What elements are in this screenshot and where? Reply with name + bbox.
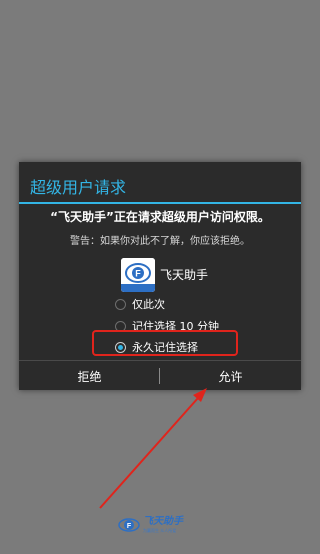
feitian-assistant-app-icon: F bbox=[121, 258, 155, 292]
option-label: 仅此次 bbox=[132, 298, 165, 311]
annotation-highlight-box bbox=[92, 330, 238, 356]
radio-unchecked-icon[interactable] bbox=[115, 298, 126, 310]
dialog-title: 超级用户请求 bbox=[30, 178, 127, 197]
app-name: 飞天助手 bbox=[160, 268, 209, 282]
footer-logo-name: 飞天助手 bbox=[143, 516, 183, 527]
warning-message: 警告：如果你对此不了解，你应该拒绝。 bbox=[70, 236, 250, 247]
superuser-request-dialog: 超级用户请求 “飞天助手”正在请求超级用户访问权限。 警告：如果你对此不了解，你… bbox=[19, 162, 301, 390]
dialog-button-bar: 拒绝 允许 bbox=[19, 360, 301, 391]
allow-button[interactable]: 允许 bbox=[160, 361, 301, 391]
request-message: “飞天助手”正在请求超级用户访问权限。 bbox=[50, 210, 270, 224]
footer-logo-slogan: 为赢而生 众人所爱 bbox=[143, 528, 177, 533]
title-divider bbox=[19, 202, 301, 204]
svg-text:F: F bbox=[127, 523, 132, 530]
deny-button[interactable]: 拒绝 bbox=[19, 361, 160, 391]
svg-text:F: F bbox=[135, 269, 141, 279]
footer-watermark-logo: F 飞天助手 为赢而生 众人所爱 bbox=[118, 516, 183, 534]
feitian-logo-icon: F bbox=[118, 518, 140, 532]
option-this-time-only[interactable]: 仅此次 bbox=[115, 295, 165, 313]
button-divider bbox=[159, 368, 160, 384]
